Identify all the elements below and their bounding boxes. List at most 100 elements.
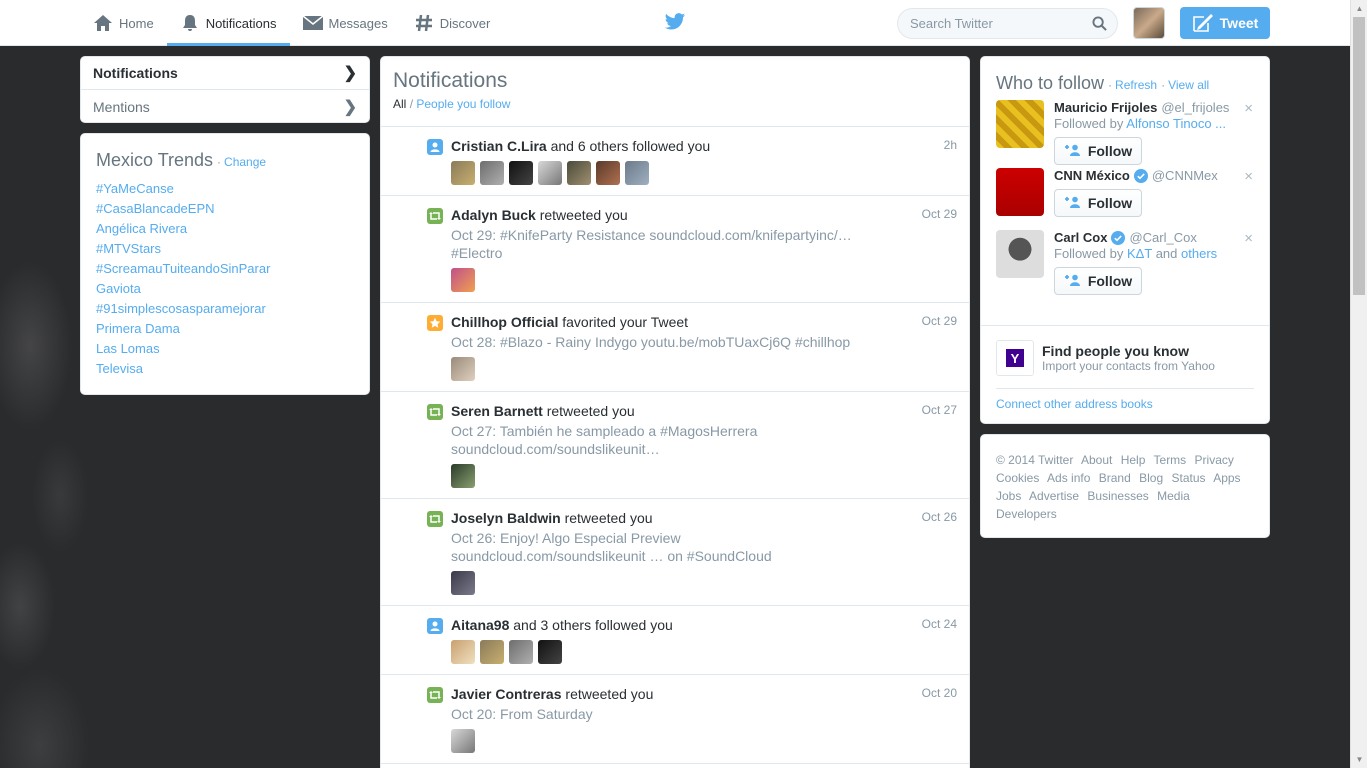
user-avatar-thumbnail[interactable]: [451, 161, 475, 185]
connect-address-books-link[interactable]: Connect other address books: [996, 397, 1254, 411]
notification-tweet-text[interactable]: Oct 29: #KnifeParty Resistance soundclou…: [451, 226, 871, 262]
notification-tweet-text[interactable]: Oct 26: Enjoy! Algo Especial Preview sou…: [451, 529, 871, 565]
footer-link[interactable]: Jobs: [996, 489, 1021, 503]
followed-by-others[interactable]: others: [1181, 246, 1217, 261]
user-avatar-thumbnail[interactable]: [480, 161, 504, 185]
user-avatar-thumbnail[interactable]: [451, 729, 475, 753]
user-avatar-thumbnail[interactable]: [480, 640, 504, 664]
refresh-link[interactable]: · Refresh: [1108, 78, 1157, 92]
notification-timestamp[interactable]: Oct 29: [922, 207, 957, 221]
footer-link[interactable]: Status: [1171, 471, 1205, 485]
nav-notifications[interactable]: Notifications: [166, 0, 290, 46]
user-avatar-thumbnail[interactable]: [625, 161, 649, 185]
trend-item[interactable]: Las Lomas: [96, 339, 354, 359]
footer-link[interactable]: Developers: [996, 507, 1057, 521]
footer-link[interactable]: Businesses: [1087, 489, 1148, 503]
footer-link[interactable]: Media: [1157, 489, 1190, 503]
notification-user-name[interactable]: Seren Barnett: [451, 403, 543, 419]
trend-item[interactable]: Televisa: [96, 359, 354, 379]
footer-link[interactable]: Cookies: [996, 471, 1039, 485]
footer-link[interactable]: About: [1081, 453, 1112, 467]
notification-user-name[interactable]: Joselyn Baldwin: [451, 510, 561, 526]
follow-button[interactable]: Follow: [1054, 189, 1142, 217]
suggestion-name[interactable]: Mauricio Frijoles: [1054, 100, 1157, 116]
tweet-button[interactable]: Tweet: [1180, 7, 1270, 39]
notification-item[interactable]: Chillhop Official favorited your Tweet Oc…: [381, 303, 969, 392]
notification-item[interactable]: Aitana98 and 3 others followed you Oct 24: [381, 606, 969, 675]
footer-link[interactable]: Apps: [1213, 471, 1240, 485]
suggestion-name[interactable]: CNN México: [1054, 168, 1130, 184]
notification-user-name[interactable]: Javier Contreras: [451, 686, 562, 702]
notification-item[interactable]: Adalyn Buck retweeted you Oct 29 Oct 29: #…: [381, 196, 969, 303]
suggestion-avatar[interactable]: [996, 100, 1044, 148]
user-avatar-thumbnail[interactable]: [451, 357, 475, 381]
user-avatar-thumbnail[interactable]: [538, 640, 562, 664]
follow-button[interactable]: Follow: [1054, 137, 1142, 165]
footer-link[interactable]: Help: [1121, 453, 1146, 467]
trend-item[interactable]: #YaMeCanse: [96, 179, 354, 199]
nav-messages[interactable]: Messages: [290, 0, 401, 46]
dismiss-close-icon[interactable]: ×: [1244, 168, 1253, 185]
notification-user-name[interactable]: Adalyn Buck: [451, 207, 536, 223]
side-nav-mentions[interactable]: Mentions ❯: [81, 90, 369, 123]
scroll-thumb[interactable]: [1353, 17, 1365, 295]
suggestion-handle[interactable]: @Carl_Cox: [1129, 230, 1196, 246]
trend-item[interactable]: Primera Dama: [96, 319, 354, 339]
user-avatar-thumbnail[interactable]: [509, 640, 533, 664]
view-all-link[interactable]: · View all: [1161, 78, 1209, 92]
notification-timestamp[interactable]: Oct 29: [922, 314, 957, 328]
footer-link[interactable]: Blog: [1139, 471, 1163, 485]
notification-timestamp[interactable]: Oct 26: [922, 510, 957, 524]
twitter-bird-icon[interactable]: [664, 12, 686, 34]
follow-button[interactable]: Follow: [1054, 267, 1142, 295]
search-icon[interactable]: [1092, 16, 1108, 32]
notification-item[interactable]: Cristian C.Lira and 6 others followed yo…: [381, 127, 969, 196]
notification-item[interactable]: Seren Barnett retweeted you Oct 27 Oct 27:…: [381, 392, 969, 499]
user-avatar[interactable]: [1133, 7, 1165, 39]
notification-user-name[interactable]: Chillhop Official: [451, 314, 558, 330]
side-nav-notifications[interactable]: Notifications ❯: [81, 57, 369, 90]
trends-change-link[interactable]: · Change: [217, 155, 266, 169]
suggestion-name[interactable]: Carl Cox: [1054, 230, 1107, 246]
import-yahoo[interactable]: Y Find people you know Import your conta…: [996, 340, 1254, 389]
footer-link[interactable]: Ads info: [1047, 471, 1090, 485]
trend-item[interactable]: #MTVStars: [96, 239, 354, 259]
user-avatar-thumbnail[interactable]: [538, 161, 562, 185]
notification-tweet-text[interactable]: Oct 28: #Blazo - Rainy Indygo youtu.be/m…: [451, 333, 871, 351]
filter-all[interactable]: All: [393, 97, 406, 111]
notification-tweet-text[interactable]: Oct 27: También he sampleado a #MagosHer…: [451, 422, 871, 458]
followed-by-user[interactable]: KΔT: [1127, 246, 1152, 261]
notification-timestamp[interactable]: Oct 27: [922, 403, 957, 417]
scroll-down-arrow-icon[interactable]: ▼: [1351, 751, 1367, 768]
followed-by-user[interactable]: Alfonso Tinoco ...: [1126, 116, 1226, 131]
notification-item[interactable]: Joselyn Baldwin retweeted you Oct 26 Oct 2…: [381, 499, 969, 606]
suggestion-handle[interactable]: @CNNMex: [1152, 168, 1218, 184]
user-avatar-thumbnail[interactable]: [451, 640, 475, 664]
notification-user-name[interactable]: Aitana98: [451, 617, 509, 633]
notification-tweet-text[interactable]: Oct 20: From Saturday: [451, 705, 871, 723]
trend-item[interactable]: Gaviota: [96, 279, 354, 299]
user-avatar-thumbnail[interactable]: [596, 161, 620, 185]
dismiss-close-icon[interactable]: ×: [1244, 230, 1253, 247]
user-avatar-thumbnail[interactable]: [451, 464, 475, 488]
suggestion-avatar[interactable]: [996, 230, 1044, 278]
filter-people-you-follow[interactable]: People you follow: [416, 97, 510, 111]
notification-timestamp[interactable]: 2h: [944, 138, 957, 152]
notification-timestamp[interactable]: Oct 24: [922, 617, 957, 631]
notification-user-name[interactable]: Cristian C.Lira: [451, 138, 547, 154]
user-avatar-thumbnail[interactable]: [451, 571, 475, 595]
footer-link[interactable]: Terms: [1154, 453, 1187, 467]
suggestion-avatar[interactable]: [996, 168, 1044, 216]
user-avatar-thumbnail[interactable]: [451, 268, 475, 292]
dismiss-close-icon[interactable]: ×: [1244, 100, 1253, 117]
trend-item[interactable]: Angélica Rivera: [96, 219, 354, 239]
nav-home[interactable]: Home: [80, 0, 167, 46]
suggestion-handle[interactable]: @el_frijoles: [1161, 100, 1229, 116]
trend-item[interactable]: #91simplescosasparamejorar: [96, 299, 354, 319]
trend-item[interactable]: #ScreamauTuiteandoSinParar: [96, 259, 354, 279]
footer-link[interactable]: Brand: [1099, 471, 1131, 485]
footer-link[interactable]: Advertise: [1029, 489, 1079, 503]
user-avatar-thumbnail[interactable]: [509, 161, 533, 185]
search-input[interactable]: [910, 16, 1090, 31]
footer-link[interactable]: Privacy: [1195, 453, 1234, 467]
